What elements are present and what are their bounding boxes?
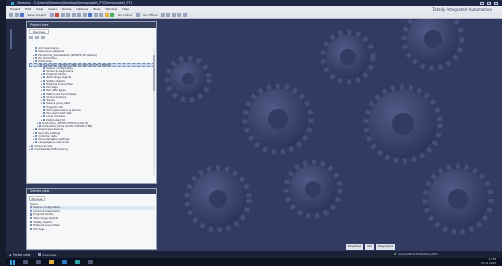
left-side-strip xyxy=(6,19,26,252)
portal-bar: ◂ Portal view Overview Connected to Prod… xyxy=(6,251,502,258)
windows-start-icon[interactable] xyxy=(10,259,15,265)
work-area xyxy=(158,19,502,251)
go-online-icon[interactable] xyxy=(110,13,115,17)
stop-cpu-icon[interactable] xyxy=(171,13,176,17)
overview-label: Overview xyxy=(42,252,57,257)
menu-view[interactable]: View xyxy=(36,7,43,11)
tree-options-icon[interactable] xyxy=(41,36,45,39)
undo-icon[interactable] xyxy=(77,13,82,17)
gear-hub xyxy=(268,109,288,129)
gear-hub xyxy=(182,73,194,85)
task-view-icon[interactable] xyxy=(36,260,41,264)
details-view-panel: Details view Module Name Device configur… xyxy=(26,188,157,250)
windows-taskbar: 17:38 07.11.2023 xyxy=(6,258,502,266)
details-view-header: Details view xyxy=(27,189,156,194)
overview-icon xyxy=(38,253,42,256)
module-tab[interactable]: Module xyxy=(29,196,45,201)
project-tree-toolbar xyxy=(29,35,155,40)
collapse-all-icon[interactable] xyxy=(29,36,33,39)
copy-icon[interactable] xyxy=(60,13,65,17)
app-logo-icon xyxy=(11,1,14,5)
menu-insert[interactable]: Insert xyxy=(48,7,57,11)
go-offline-icon[interactable] xyxy=(135,13,140,17)
main-toolbar: Save project Go online Go offline xyxy=(6,12,502,19)
redo-icon[interactable] xyxy=(82,13,87,17)
menu-online[interactable]: Online xyxy=(62,7,72,11)
info-tab[interactable]: Info xyxy=(365,244,375,250)
go-offline-button[interactable]: Go offline xyxy=(143,13,157,17)
start-cpu-icon[interactable] xyxy=(166,13,171,17)
details-item-label: PLC tags xyxy=(33,227,45,231)
details-item-label: External source files xyxy=(33,224,60,228)
close-icon[interactable] xyxy=(494,1,498,5)
clock-date: 07.11.2023 xyxy=(481,261,496,265)
save-project-icon[interactable] xyxy=(20,13,24,17)
menu-help[interactable]: Help xyxy=(122,7,129,11)
upload-icon[interactable] xyxy=(99,13,104,17)
tree-item[interactable]: ▸ Card Reader/USB memory xyxy=(29,147,155,151)
file-explorer-icon[interactable] xyxy=(49,260,54,264)
status-ok-icon xyxy=(394,252,397,256)
compile-icon[interactable] xyxy=(88,13,93,17)
gear-hub xyxy=(424,30,442,48)
go-online-button[interactable]: Go online xyxy=(118,13,132,17)
project-tree-panel: Project tree Devices Add new device Devic… xyxy=(26,21,157,184)
expand-all-icon[interactable] xyxy=(35,36,39,39)
open-project-icon[interactable] xyxy=(14,13,19,17)
project-tree-header: Project tree xyxy=(27,22,156,28)
search-icon[interactable] xyxy=(23,260,28,264)
accessible-devices-icon[interactable] xyxy=(160,13,165,17)
tree-item-label: Card Reader/USB memory xyxy=(34,147,69,151)
menu-tools[interactable]: Tools xyxy=(93,7,100,11)
status-message-text: Connected to Production_CPU... xyxy=(398,253,440,256)
tia-portal-window: Siemens - C:\Users\Siemens\Desktop\Demop… xyxy=(6,0,502,258)
details-list: Name Device configuration Online & diagno… xyxy=(30,203,155,231)
split-editor-icon[interactable] xyxy=(182,13,187,17)
gear-hub xyxy=(340,49,356,65)
minimize-icon[interactable] xyxy=(480,1,484,5)
save-project-button[interactable]: Save project xyxy=(28,13,47,17)
details-item[interactable]: PLC tags xyxy=(30,227,155,232)
edge-browser-icon[interactable] xyxy=(62,260,67,264)
new-project-icon[interactable] xyxy=(9,13,13,17)
devices-tab[interactable]: Devices xyxy=(29,29,49,34)
menu-project[interactable]: Project xyxy=(10,7,20,11)
tia-portal-taskbar-icon[interactable] xyxy=(75,260,80,264)
maximize-icon[interactable] xyxy=(487,1,491,5)
gears-background xyxy=(164,19,494,235)
simulation-icon[interactable] xyxy=(104,13,109,17)
cross-reference-icon[interactable] xyxy=(177,13,182,17)
taskbar-clock[interactable]: 17:38 07.11.2023 xyxy=(481,258,496,266)
project-tree-side-tab[interactable] xyxy=(10,29,12,49)
details-item-label: Device configuration xyxy=(33,206,61,210)
scrollbar-thumb[interactable] xyxy=(153,55,155,91)
cut-icon[interactable] xyxy=(55,13,60,17)
gear-hub xyxy=(448,189,468,209)
menu-options[interactable]: Options xyxy=(77,7,89,11)
menu-window[interactable]: Window xyxy=(105,7,117,11)
gear-hub xyxy=(392,113,414,135)
print-icon[interactable] xyxy=(49,13,54,17)
gear-hub xyxy=(305,181,321,197)
menu-edit[interactable]: Edit xyxy=(25,7,31,11)
gear-hub xyxy=(209,190,227,208)
status-message: Connected to Production_CPU... xyxy=(394,251,439,258)
paste-icon[interactable] xyxy=(66,13,71,17)
app-taskbar-icon[interactable] xyxy=(88,260,93,264)
download-icon[interactable] xyxy=(93,13,98,17)
inspector-tabs: Properties Info Diagnostics xyxy=(346,244,396,250)
properties-tab[interactable]: Properties xyxy=(346,244,364,250)
details-item-label: Technology objects xyxy=(33,217,59,221)
project-tree-scrollbar[interactable] xyxy=(153,47,155,175)
portal-view-arrow-icon[interactable]: ◂ xyxy=(9,253,11,257)
diagnostics-tab[interactable]: Diagnostics xyxy=(376,244,396,250)
portal-view-button[interactable]: Portal view xyxy=(13,253,31,257)
overview-tab[interactable]: Overview xyxy=(38,253,56,257)
delete-icon[interactable] xyxy=(71,13,76,17)
window-title: Siemens - C:\Users\Siemens\Desktop\Demop… xyxy=(17,1,133,5)
project-tree: Add new device Devices & networks ▸ Monitor… xyxy=(29,47,155,151)
